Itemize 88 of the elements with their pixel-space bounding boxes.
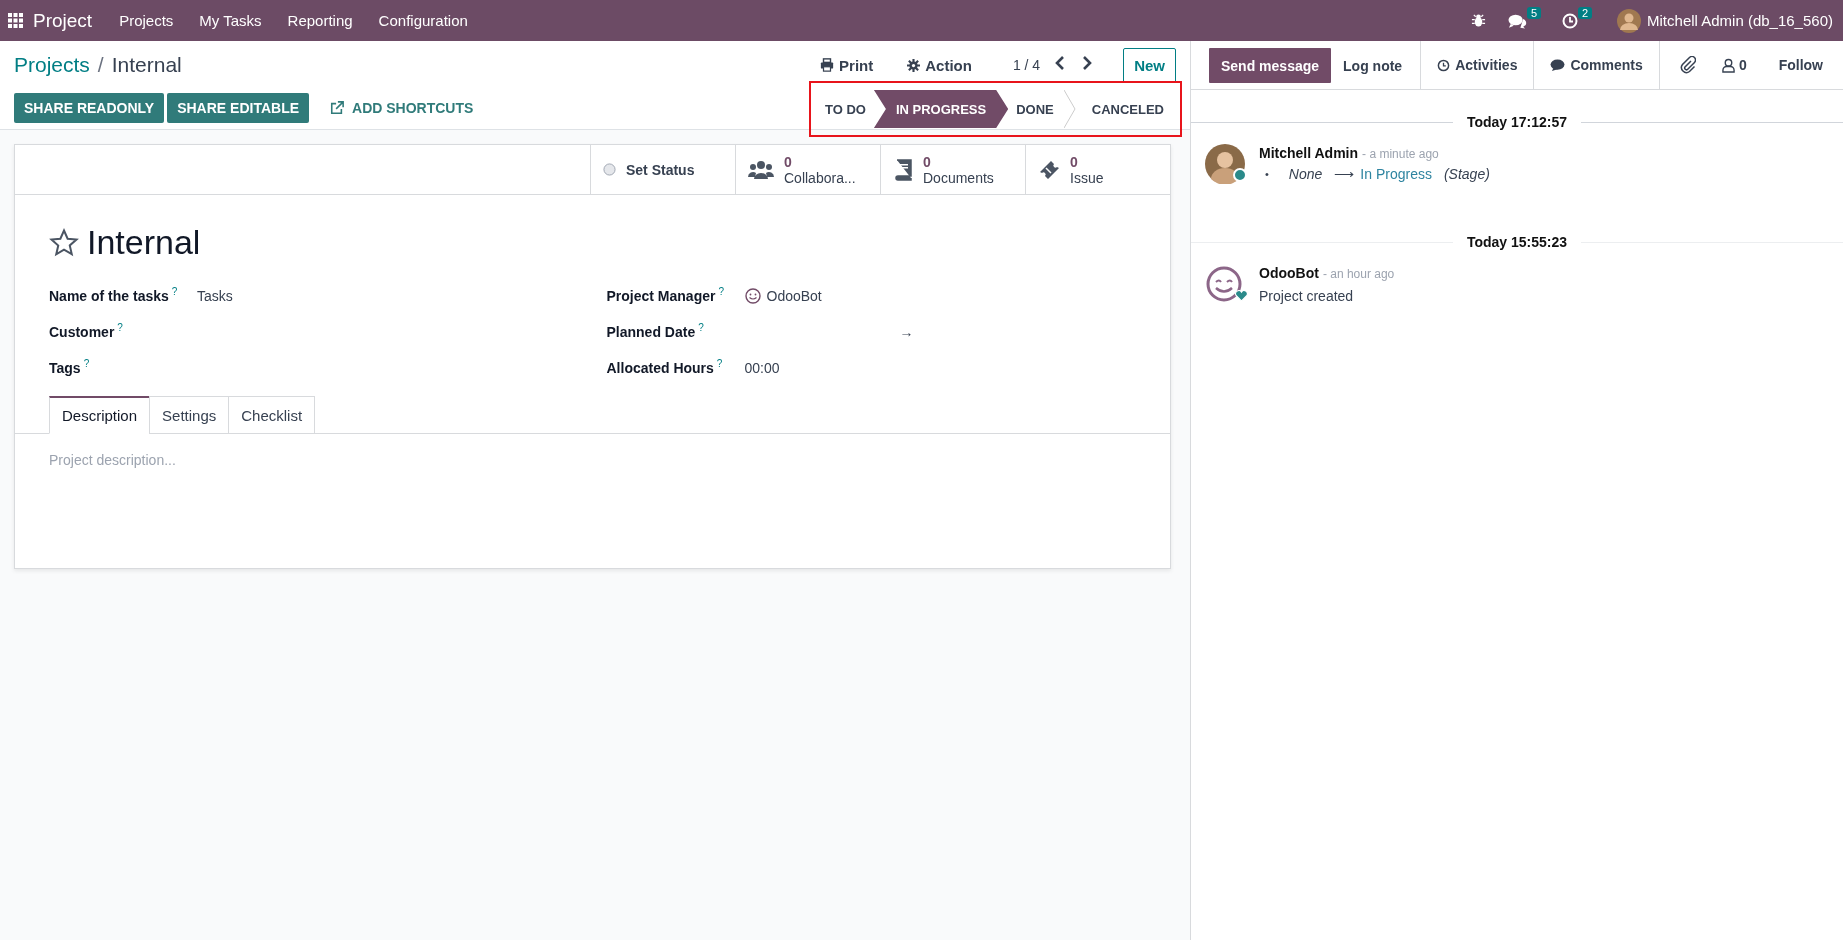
pager-value: 1 / 4 <box>1012 57 1041 73</box>
printer-icon <box>820 58 835 72</box>
menu-item[interactable]: Configuration <box>378 12 468 29</box>
share-button[interactable]: SHARE EDITABLE <box>167 93 310 123</box>
project-title: Internal <box>87 223 201 262</box>
help-mark[interactable]: ? <box>117 322 123 334</box>
menu-item[interactable]: My Tasks <box>199 12 262 29</box>
gear-icon <box>907 58 921 72</box>
print-button[interactable]: Print <box>814 55 880 75</box>
new-button[interactable]: New <box>1123 47 1176 83</box>
share-button[interactable]: SHARE READONLY <box>14 93 165 123</box>
chevron-right-icon[interactable] <box>1082 56 1093 70</box>
shortcut-link[interactable]: ADD SHORTCUTS <box>324 99 480 117</box>
help-mark[interactable]: ? <box>718 286 724 298</box>
field-value[interactable]: OdooBot <box>766 288 822 304</box>
button-label: Collabora... <box>784 169 856 186</box>
chevron-left-icon[interactable] <box>1055 56 1066 70</box>
message-count-badge: 5 <box>1526 6 1542 19</box>
status-button[interactable]: Set Status <box>590 145 735 194</box>
chat-icon[interactable] <box>1508 12 1528 29</box>
followers-button[interactable]: 0 <box>1715 56 1753 74</box>
message-body: Project created <box>1259 288 1355 304</box>
button-label: Set Status <box>626 161 695 178</box>
old-value: None <box>1288 166 1323 182</box>
date-separator: Today 15:55:23 <box>1465 234 1569 250</box>
user-menu[interactable]: Mitchell Admin (db_16_560) <box>1647 12 1833 29</box>
date-range-arrow: → <box>899 324 914 340</box>
menu-item[interactable]: Reporting <box>287 12 353 29</box>
status-circle-icon <box>603 163 616 176</box>
field-value[interactable]: 00:00 <box>744 360 780 376</box>
smart-button[interactable]: 0 Issue <box>1025 145 1170 194</box>
menu-item[interactable]: Projects <box>119 12 174 29</box>
field-label: Customer <box>49 324 115 341</box>
apps-grid-icon[interactable] <box>8 13 23 28</box>
notebook-tab[interactable]: Settings <box>149 396 230 434</box>
message-time: - a minute ago <box>1362 147 1439 161</box>
field-label: Project Manager <box>606 288 716 305</box>
chevron-icon <box>1063 90 1076 128</box>
button-label: Issue <box>1070 169 1104 186</box>
help-mark[interactable]: ? <box>698 322 704 334</box>
field-label: Allocated Hours <box>606 360 714 377</box>
smart-button[interactable]: 0 Collabora... <box>735 145 880 194</box>
paperclip-icon[interactable] <box>1679 56 1696 74</box>
help-mark[interactable]: ? <box>171 286 178 298</box>
person-icon <box>1721 57 1735 73</box>
count-value: 0 <box>1070 153 1079 170</box>
breadcrumb-separator: / <box>97 53 104 77</box>
book-icon <box>893 158 913 181</box>
bullet-mark: • <box>1265 168 1269 180</box>
ticket-icon <box>1038 158 1060 181</box>
heart-icon <box>1235 290 1248 302</box>
clock-icon <box>1437 58 1451 72</box>
smart-button[interactable]: 0 Documents <box>880 145 1025 194</box>
tracking-arrow: ⟶ <box>1334 166 1355 182</box>
new-value: In Progress <box>1360 166 1432 182</box>
users-icon <box>748 159 774 180</box>
star-icon[interactable] <box>49 227 79 258</box>
app-name[interactable]: Project <box>33 9 93 32</box>
count-value: 0 <box>784 153 793 170</box>
smiley-icon <box>744 288 761 304</box>
field-label: Name of the tasks <box>49 288 169 305</box>
speech-bubble-icon <box>1550 58 1566 72</box>
field-label: Tags <box>49 360 81 377</box>
bug-icon[interactable] <box>1471 13 1487 28</box>
notebook-tab[interactable]: Checklist <box>228 396 316 434</box>
breadcrumb-link[interactable]: Projects <box>14 53 90 77</box>
activity-count-badge: 2 <box>1577 6 1593 19</box>
help-mark[interactable]: ? <box>83 358 90 370</box>
avatar-silhouette-icon[interactable] <box>1205 144 1245 184</box>
user-avatar-icon[interactable] <box>1617 8 1642 33</box>
date-separator: Today 17:12:57 <box>1465 114 1569 130</box>
count-value: 0 <box>923 153 932 170</box>
composer-button[interactable]: Send message <box>1209 48 1332 83</box>
follow-button[interactable]: Follow <box>1772 56 1829 74</box>
stage-button[interactable]: IN PROGRESS <box>873 90 1009 128</box>
record-title: Internal <box>111 53 182 77</box>
author-name[interactable]: OdooBot <box>1259 265 1319 281</box>
button-label: Documents <box>923 169 994 186</box>
field-label: Planned Date <box>606 324 696 341</box>
help-mark[interactable]: ? <box>716 358 723 370</box>
field-name: (Stage) <box>1443 166 1490 182</box>
action-button[interactable]: Action <box>901 55 978 75</box>
external-link-icon <box>330 101 345 115</box>
field-value[interactable]: Tasks <box>197 288 233 304</box>
clock-icon[interactable] <box>1562 12 1579 29</box>
notebook-tab[interactable]: Description <box>49 396 151 434</box>
message-time: - an hour ago <box>1322 267 1395 281</box>
author-name[interactable]: Mitchell Admin <box>1259 145 1359 161</box>
